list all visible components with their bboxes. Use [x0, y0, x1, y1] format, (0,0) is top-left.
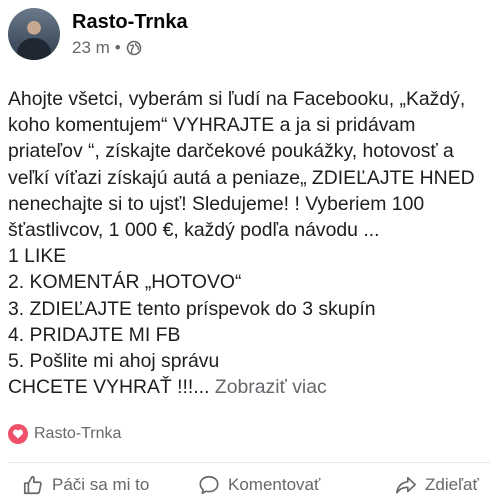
post-line: nenechajte si to ujsť! Sledujeme! ! Vybe… — [8, 192, 425, 215]
post-line-last: CHCETE VYHRAŤ !!!... Zobraziť viac — [8, 374, 494, 400]
thumbs-up-icon — [23, 475, 42, 495]
reactor-name: Rasto-Trnka — [34, 425, 122, 442]
see-more-link[interactable]: Zobraziť viac — [215, 376, 327, 398]
post-line: priateľov “, získajte darčekové poukážky… — [8, 140, 454, 163]
comment-button[interactable]: Komentovať — [198, 474, 320, 496]
post-line: veľkí víťazi získajú autá a peniaze„ ZDI… — [8, 166, 475, 189]
share-icon — [396, 476, 416, 494]
post-header: Rasto-Trnka 23 m • — [8, 8, 188, 64]
post-line: 1 LIKE — [8, 245, 67, 268]
action-bar: Páči sa mi to Komentovať Zdieľať — [0, 472, 498, 502]
author-name[interactable]: Rasto-Trnka — [72, 10, 188, 34]
post-line: CHCETE VYHRAŤ !!!... — [8, 376, 210, 399]
post-line: 2. KOMENTÁR „HOTOVO“ — [8, 271, 242, 294]
heart-icon — [12, 429, 24, 439]
like-button[interactable]: Páči sa mi to — [22, 474, 149, 496]
divider — [8, 462, 490, 463]
post-line: 3. ZDIEĽAJTE tento príspevok do 3 skupín — [8, 297, 376, 320]
like-label: Páči sa mi to — [52, 475, 150, 494]
share-label: Zdieľať — [425, 475, 479, 494]
meta-separator: • — [114, 38, 121, 57]
post-time[interactable]: 23 m — [72, 38, 110, 58]
comment-icon — [199, 475, 219, 495]
author-block: Rasto-Trnka 23 m • — [72, 10, 188, 58]
comment-label: Komentovať — [228, 475, 321, 494]
post-line: Ahojte všetci, vyberám si ľudí na Facebo… — [8, 88, 466, 110]
reaction-summary[interactable]: Rasto-Trnka — [8, 424, 121, 444]
share-button[interactable]: Zdieľať — [395, 474, 479, 496]
globe-icon[interactable] — [126, 40, 142, 56]
post-line: koho komentujem“ VYHRAJTE a ja si pridáv… — [8, 114, 416, 137]
avatar[interactable] — [8, 8, 60, 60]
post-line: 5. Pošlite mi ahoj správu — [8, 350, 220, 373]
post-line: 4. PRIDAJTE MI FB — [8, 323, 181, 346]
post-line: šťastlivcov, 1 000 €, každý podľa návodu… — [8, 219, 380, 242]
post-meta: 23 m • — [72, 38, 188, 58]
love-icon — [8, 424, 28, 444]
post-text: Ahojte všetci, vyberám si ľudí na Facebo… — [8, 86, 494, 400]
